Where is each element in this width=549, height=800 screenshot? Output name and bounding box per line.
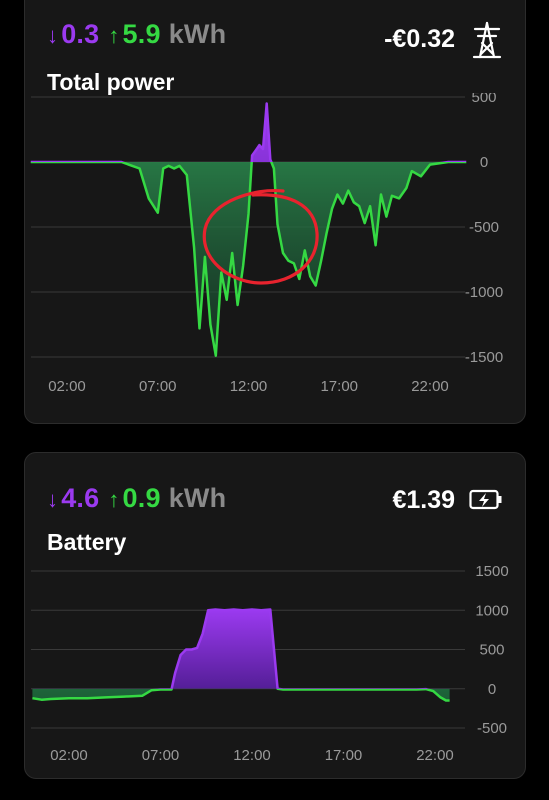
y-tick-label: 1000	[475, 602, 508, 619]
import-summary: ↓ 0.3	[47, 19, 99, 50]
x-tick-label: 07:00	[139, 378, 177, 395]
x-tick-label: 12:00	[233, 747, 271, 764]
x-tick-label: 02:00	[50, 747, 88, 764]
export-arrow-icon: ↑	[108, 23, 120, 48]
battery-charging-icon	[469, 489, 503, 516]
import-area	[30, 103, 467, 162]
x-tick-label: 17:00	[325, 747, 363, 764]
unit-label: kWh	[168, 483, 227, 513]
energy-summary: ↓ 4.6 ↑ 0.9 kWh	[47, 483, 226, 514]
export-arrow-icon: ↑	[108, 487, 120, 512]
energy-summary: ↓ 0.3 ↑ 5.9 kWh	[47, 19, 226, 50]
power-tower-icon	[471, 21, 503, 64]
x-tick-label: 17:00	[320, 378, 358, 395]
total-power-chart: 500 0 -500 -1000 -1500 02:00 07:00 12:00 17:00 22…	[30, 93, 503, 395]
x-tick-label: 07:00	[142, 747, 180, 764]
x-tick-label: 02:00	[48, 378, 86, 395]
total-power-card[interactable]: ↓ 0.3 ↑ 5.9 kWh Total power -€0.32 500 0 -50…	[24, 0, 526, 424]
y-tick-label: 500	[471, 93, 496, 106]
y-tick-label: 0	[480, 154, 488, 171]
import-area	[32, 609, 450, 689]
battery-chart: 1500 1000 500 0 -500 02:00 07:00 12:00 17:00 22:0…	[31, 563, 509, 764]
y-tick-label: 0	[488, 681, 496, 698]
card-title: Total power	[47, 69, 175, 95]
export-line	[30, 162, 467, 357]
unit-label: kWh	[168, 19, 227, 49]
export-value: 0.9	[122, 483, 161, 513]
import-arrow-icon: ↓	[47, 23, 59, 48]
export-summary: ↑ 0.9	[108, 483, 160, 514]
export-value: 5.9	[122, 19, 161, 49]
x-tick-label: 12:00	[230, 378, 268, 395]
y-tick-label: -1500	[465, 349, 503, 366]
y-tick-label: -500	[477, 720, 507, 737]
y-tick-label: -500	[469, 219, 499, 236]
import-value: 4.6	[61, 483, 100, 513]
import-value: 0.3	[61, 19, 100, 49]
import-arrow-icon: ↓	[47, 487, 59, 512]
y-tick-label: 500	[479, 642, 504, 659]
import-line	[30, 102, 467, 162]
y-tick-label: 1500	[475, 563, 508, 580]
cost-value: -€0.32	[384, 25, 455, 53]
cost-value: €1.39	[392, 486, 455, 514]
x-tick-label: 22:00	[411, 378, 449, 395]
import-summary: ↓ 4.6	[47, 483, 99, 514]
export-area	[30, 162, 467, 356]
export-summary: ↑ 5.9	[108, 19, 160, 50]
battery-card[interactable]: ↓ 4.6 ↑ 0.9 kWh Battery €1.39 1500 1000 500 0…	[24, 452, 526, 779]
y-tick-label: -1000	[465, 284, 503, 301]
card-title: Battery	[47, 529, 127, 555]
x-tick-label: 22:00	[416, 747, 454, 764]
